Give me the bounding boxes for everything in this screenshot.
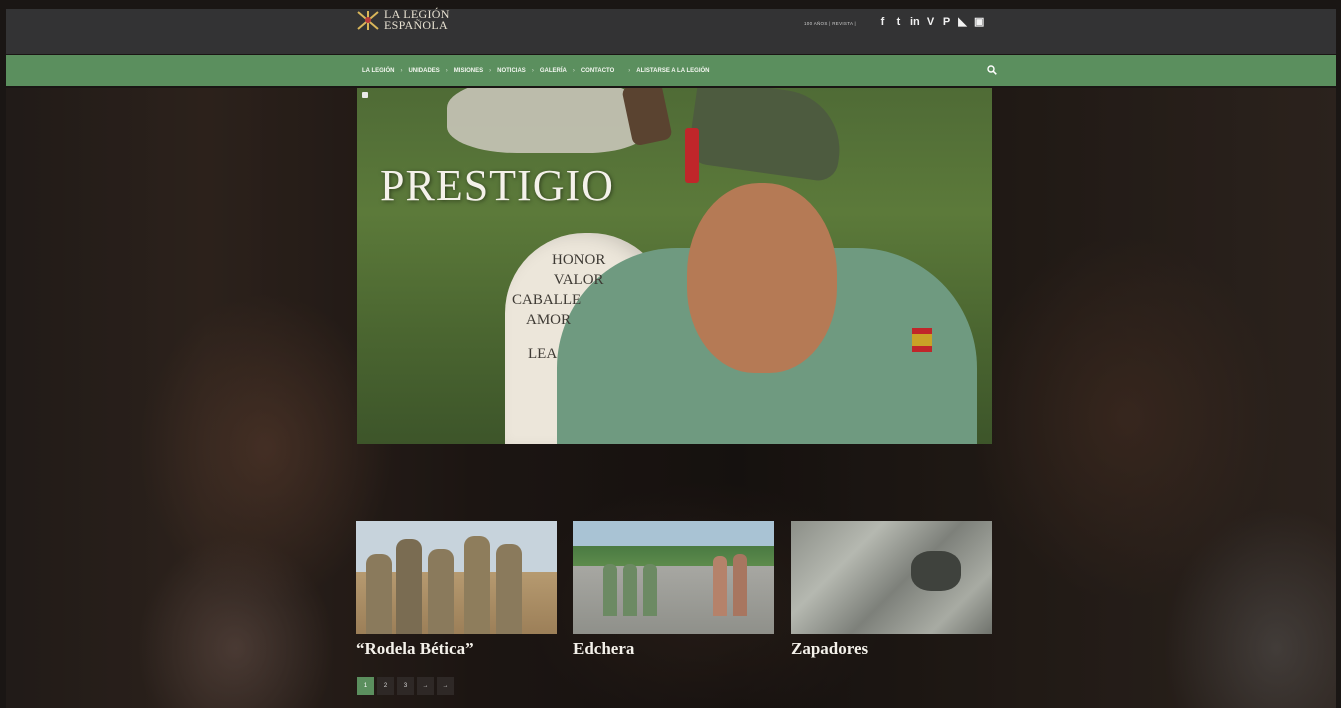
main-nav: LA LEGIÓN › UNIDADES › MISIONES › NOTICI…	[362, 55, 710, 86]
news-card-title[interactable]: “Rodela Bética”	[356, 639, 557, 659]
news-card-title[interactable]: Zapadores	[791, 639, 992, 659]
hero-flag-patch	[912, 328, 932, 352]
nav-item-misiones[interactable]: MISIONES	[454, 68, 483, 74]
last-page-button[interactable]: →	[437, 677, 454, 695]
news-card[interactable]: Edchera	[573, 521, 774, 659]
page-button-2[interactable]: 2	[377, 677, 394, 695]
logo-line-2: ESPAÑOLA	[384, 18, 448, 32]
logo-text: LA LEGIÓN ESPAÑOLA	[384, 8, 450, 32]
facebook-icon[interactable]: f	[878, 15, 887, 29]
news-card-image[interactable]	[356, 521, 557, 634]
monument-inscription: HONOR VALOR CABALLE AMOR LEA	[512, 250, 605, 364]
twitter-icon[interactable]: t	[894, 15, 903, 29]
nav-item-galeria[interactable]: GALERÍA	[540, 68, 567, 74]
linkedin-icon[interactable]: in	[910, 15, 920, 29]
nav-item-unidades[interactable]: UNIDADES	[408, 68, 439, 74]
inscription-line: LEA	[528, 346, 558, 362]
hero-cap-tassel	[685, 128, 699, 183]
top-links[interactable]: 100 AÑOS | REVISTA |	[804, 21, 856, 26]
vimeo-icon[interactable]: V	[926, 15, 935, 29]
inscription-line: VALOR	[553, 272, 604, 288]
nav-item-contacto[interactable]: CONTACTO	[581, 68, 614, 74]
nav-item-la-legion[interactable]: LA LEGIÓN	[362, 68, 394, 74]
inscription-line: HONOR	[552, 252, 606, 268]
nav-item-noticias[interactable]: NOTICIAS	[497, 68, 526, 74]
next-page-button[interactable]: →	[417, 677, 434, 695]
search-icon[interactable]	[987, 65, 997, 75]
news-card-image[interactable]	[791, 521, 992, 634]
hero-soldier-cap	[686, 88, 848, 184]
site-logo[interactable]: LA LEGIÓN ESPAÑOLA	[356, 8, 450, 32]
news-card[interactable]: “Rodela Bética”	[356, 521, 557, 659]
hero-soldier-face	[687, 183, 837, 373]
hero-rock	[447, 88, 647, 153]
nav-separator: ›	[489, 67, 492, 74]
news-card[interactable]: Zapadores	[791, 521, 992, 659]
page-button-1[interactable]: 1	[357, 677, 374, 695]
hero-slide[interactable]	[357, 88, 992, 444]
pagination: 1 2 3 → →	[357, 677, 454, 695]
pinterest-icon[interactable]: P	[942, 15, 951, 29]
social-links: f t in V P ◣ ▣	[878, 15, 985, 29]
inscription-line: CABALLE	[512, 292, 582, 308]
rss-icon[interactable]: ◣	[958, 15, 967, 29]
nav-separator: ›	[531, 67, 534, 74]
nav-separator: ›	[400, 67, 403, 74]
top-bar	[6, 9, 1336, 54]
inscription-line: AMOR	[526, 312, 572, 328]
slider-indicator-icon[interactable]	[362, 92, 368, 98]
nav-item-alistarse[interactable]: ALISTARSE A LA LEGIÓN	[636, 68, 709, 74]
news-card-image[interactable]	[573, 521, 774, 634]
legion-emblem-icon	[356, 9, 380, 31]
hero-title: PRESTIGIO	[380, 161, 614, 210]
main-nav-bar: LA LEGIÓN › UNIDADES › MISIONES › NOTICI…	[6, 55, 1336, 86]
instagram-icon[interactable]: ▣	[974, 15, 984, 29]
nav-separator: ›	[445, 67, 448, 74]
nav-separator: ›	[572, 67, 575, 74]
page-button-3[interactable]: 3	[397, 677, 414, 695]
nav-separator: ›	[628, 67, 631, 74]
news-card-title[interactable]: Edchera	[573, 639, 774, 659]
